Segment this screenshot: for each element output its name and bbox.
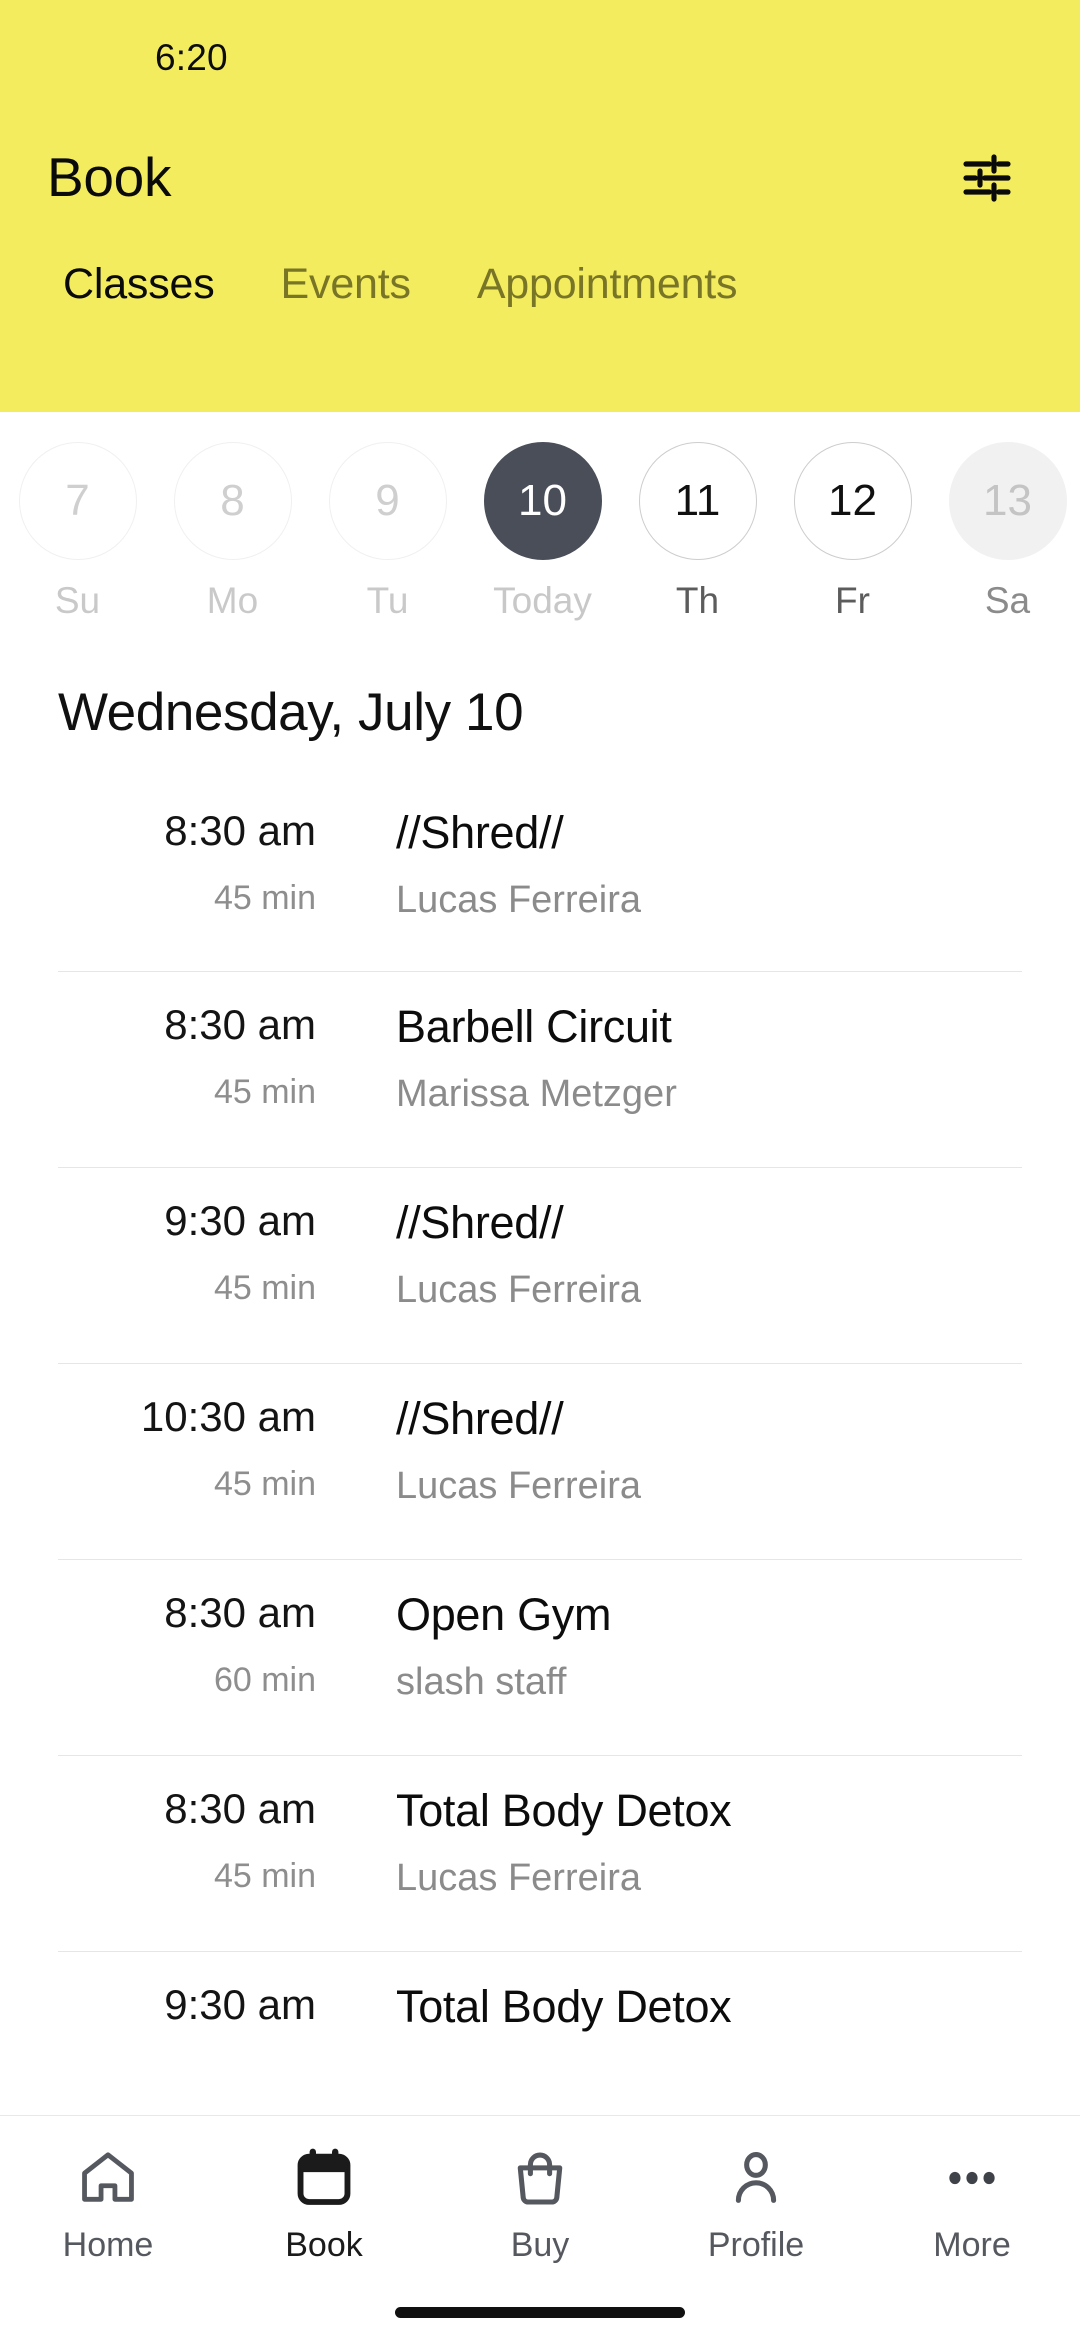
class-name: //Shred//	[396, 807, 564, 859]
class-info-column: Total Body Detox Lucas Ferreira	[340, 1786, 1022, 1899]
class-info-column: //Shred// Lucas Ferreira	[340, 808, 1022, 921]
date-weekday: Th	[675, 580, 720, 621]
class-duration: 45 min	[213, 1857, 316, 1896]
class-info-column: Barbell Circuit Marissa Metzger	[340, 1002, 1022, 1115]
class-time-column: 8:30 am 45 min	[58, 808, 340, 918]
date-weekday: Mo	[206, 580, 259, 621]
date-cell-8[interactable]: 8 Mo	[155, 442, 310, 619]
class-info-column: Total Body Detox	[340, 1982, 1022, 2054]
date-weekday: Sa	[984, 580, 1031, 621]
date-cell-11[interactable]: 11 Th	[620, 442, 775, 619]
date-cell-12[interactable]: 12 Fr	[775, 442, 930, 619]
nav-item-book[interactable]: Book	[216, 2138, 432, 2262]
class-row[interactable]: 8:30 am 45 min Total Body Detox Lucas Fe…	[58, 1756, 1022, 1953]
date-number: 11	[638, 442, 757, 560]
class-name: Open Gym	[396, 1589, 612, 1641]
nav-label: Buy	[510, 2226, 570, 2264]
tab-appointments[interactable]: Appointments	[444, 260, 771, 309]
title-bar: Book	[0, 115, 1080, 240]
class-duration: 45 min	[213, 1073, 316, 1112]
date-number: 12	[793, 442, 912, 560]
date-number: 7	[18, 442, 137, 560]
class-row[interactable]: 9:30 am 45 min //Shred// Lucas Ferreira	[58, 1168, 1022, 1365]
class-time: 10:30 am	[140, 1393, 316, 1441]
date-weekday: Fr	[835, 580, 870, 621]
nav-item-profile[interactable]: Profile	[648, 2138, 864, 2262]
date-weekday: Today	[493, 580, 592, 621]
date-cell-7[interactable]: 7 Su	[0, 442, 155, 619]
class-staff: slash staff	[396, 1660, 567, 1703]
nav-item-home[interactable]: Home	[0, 2138, 216, 2262]
class-info-column: //Shred// Lucas Ferreira	[340, 1198, 1022, 1311]
class-time: 8:30 am	[164, 1589, 316, 1637]
class-row[interactable]: 8:30 am 45 min Barbell Circuit Marissa M…	[58, 972, 1022, 1169]
date-strip[interactable]: 7 Su 8 Mo 9 Tu 10 Today 11 Th 12 Fr 13 S…	[0, 412, 1080, 652]
ellipsis-icon	[940, 2138, 1004, 2218]
date-cell-9[interactable]: 9 Tu	[310, 442, 465, 619]
nav-label: Profile	[707, 2226, 805, 2264]
date-weekday: Tu	[366, 580, 409, 621]
nav-label: Home	[62, 2226, 154, 2264]
nav-label: Book	[285, 2226, 363, 2264]
class-duration: 45 min	[213, 1465, 316, 1504]
tab-events[interactable]: Events	[248, 260, 444, 309]
class-time: 8:30 am	[164, 807, 316, 855]
class-time: 9:30 am	[164, 1197, 316, 1245]
class-time-column: 8:30 am 45 min	[58, 1786, 340, 1896]
class-name: //Shred//	[396, 1393, 564, 1445]
class-time-column: 8:30 am 45 min	[58, 1002, 340, 1112]
class-name: //Shred//	[396, 1197, 564, 1249]
date-weekday: Su	[54, 580, 101, 621]
class-row[interactable]: 8:30 am 45 min //Shred// Lucas Ferreira	[58, 794, 1022, 973]
class-duration: 60 min	[213, 1661, 316, 1700]
class-name: Total Body Detox	[396, 1981, 732, 2033]
class-row[interactable]: 8:30 am 60 min Open Gym slash staff	[58, 1560, 1022, 1757]
class-time: 9:30 am	[164, 1981, 316, 2029]
date-cell-13[interactable]: 13 Sa	[930, 442, 1080, 619]
page-title: Book	[47, 146, 172, 208]
date-number: 9	[328, 442, 447, 560]
class-list: 8:30 am 45 min //Shred// Lucas Ferreira …	[0, 794, 1080, 2149]
date-number: 8	[173, 442, 292, 560]
class-duration: 45 min	[213, 879, 316, 918]
class-time-column: 9:30 am	[58, 1982, 340, 2054]
sliders-icon[interactable]	[946, 137, 1028, 219]
class-staff: Lucas Ferreira	[396, 1464, 641, 1507]
class-row[interactable]: 10:30 am 45 min //Shred// Lucas Ferreira	[58, 1364, 1022, 1561]
nav-item-buy[interactable]: Buy	[432, 2138, 648, 2262]
class-duration: 45 min	[213, 1269, 316, 1308]
class-staff: Lucas Ferreira	[396, 878, 641, 921]
date-number: 13	[948, 442, 1067, 560]
app-header: 6:20 Book Classes Events Appointments	[0, 0, 1080, 412]
person-icon	[724, 2138, 788, 2218]
class-time-column: 10:30 am 45 min	[58, 1394, 340, 1504]
date-number: 10	[483, 442, 602, 560]
class-time-column: 9:30 am 45 min	[58, 1198, 340, 1308]
tab-classes[interactable]: Classes	[30, 260, 248, 309]
day-heading: Wednesday, July 10	[58, 683, 524, 742]
home-indicator	[395, 2307, 685, 2318]
class-info-column: Open Gym slash staff	[340, 1590, 1022, 1703]
class-time: 8:30 am	[164, 1785, 316, 1833]
status-bar-clock: 6:20	[155, 36, 228, 78]
nav-item-more[interactable]: More	[864, 2138, 1080, 2262]
calendar-icon	[292, 2138, 356, 2218]
tab-bar: Classes Events Appointments	[0, 260, 1080, 309]
bag-icon	[508, 2138, 572, 2218]
nav-label: More	[933, 2226, 1011, 2264]
home-icon	[76, 2138, 140, 2218]
class-info-column: //Shred// Lucas Ferreira	[340, 1394, 1022, 1507]
bottom-navigation: Home Book Buy Profile More	[0, 2115, 1080, 2340]
class-time-column: 8:30 am 60 min	[58, 1590, 340, 1700]
class-time: 8:30 am	[164, 1001, 316, 1049]
class-staff: Lucas Ferreira	[396, 1856, 641, 1899]
class-name: Total Body Detox	[396, 1785, 732, 1837]
class-name: Barbell Circuit	[396, 1001, 672, 1053]
class-staff: Marissa Metzger	[396, 1072, 677, 1115]
status-bar: 6:20	[0, 0, 1080, 115]
class-staff: Lucas Ferreira	[396, 1268, 641, 1311]
date-cell-10-selected[interactable]: 10 Today	[465, 442, 620, 619]
